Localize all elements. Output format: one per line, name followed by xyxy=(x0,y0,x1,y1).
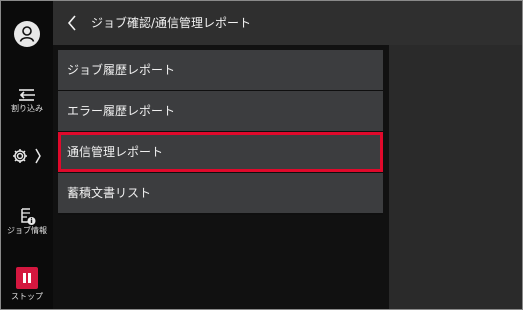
header-bar: ジョブ確認/通信管理レポート xyxy=(53,1,522,45)
job-info-label: ジョブ情報 xyxy=(7,226,47,235)
interrupt-button[interactable]: 割り込み xyxy=(1,84,53,114)
stop-icon xyxy=(16,267,38,289)
settings-button[interactable] xyxy=(1,145,53,167)
chevron-right-icon xyxy=(35,148,41,164)
left-rail: 割り込み ジョブ情報 ストップ xyxy=(1,1,53,309)
interrupt-icon xyxy=(19,89,35,101)
job-info-button[interactable]: ジョブ情報 xyxy=(1,206,53,236)
chevron-left-icon[interactable] xyxy=(63,13,83,33)
stop-button[interactable]: ストップ xyxy=(1,267,53,302)
detail-pane xyxy=(389,45,522,309)
stop-label: ストップ xyxy=(11,292,43,301)
screen: 割り込み ジョブ情報 ストップ ジョブ確認/通信管理レポート ジョブ履歴レポート… xyxy=(0,0,523,310)
job-info-icon xyxy=(21,208,36,225)
page-title: ジョブ確認/通信管理レポート xyxy=(91,16,252,30)
menu-item-error-history-report[interactable]: エラー履歴レポート xyxy=(58,91,383,131)
menu-item-job-history-report[interactable]: ジョブ履歴レポート xyxy=(58,50,383,90)
report-menu: ジョブ履歴レポート エラー履歴レポート 通信管理レポート 蓄積文書リスト xyxy=(58,50,383,215)
menu-item-communication-report[interactable]: 通信管理レポート xyxy=(58,132,383,172)
interrupt-label: 割り込み xyxy=(11,104,43,113)
user-icon[interactable] xyxy=(14,21,40,47)
gear-icon xyxy=(13,148,41,164)
menu-item-stored-documents-list[interactable]: 蓄積文書リスト xyxy=(58,173,383,213)
